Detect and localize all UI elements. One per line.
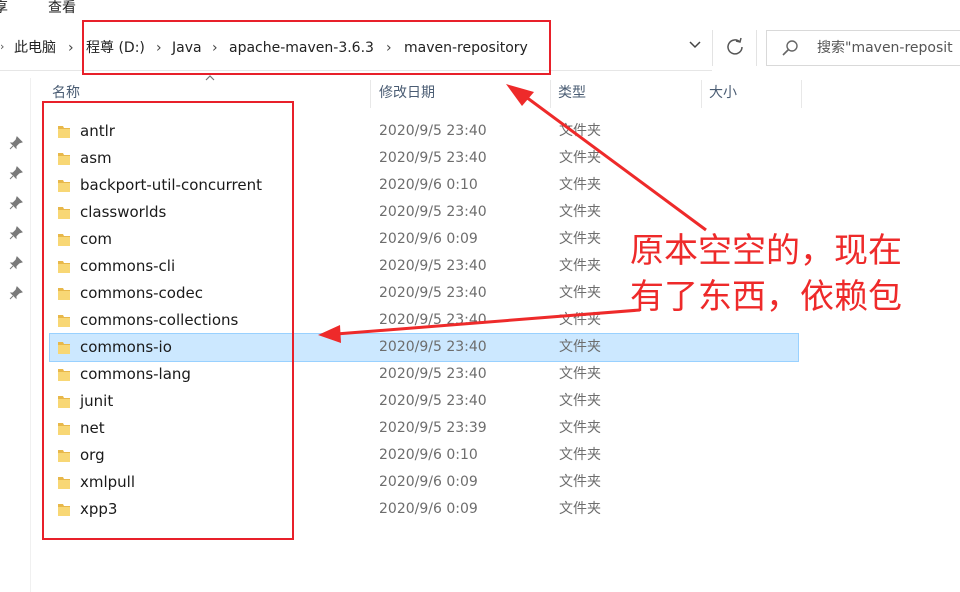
file-type: 文件夹 xyxy=(559,420,601,436)
file-type: 文件夹 xyxy=(559,150,601,166)
chevron-down-icon[interactable] xyxy=(686,36,704,54)
menu-view[interactable]: 查看 xyxy=(48,0,76,16)
file-modified-date: 2020/9/5 23:40 xyxy=(379,258,487,274)
column-divider[interactable] xyxy=(550,80,551,108)
file-modified-date: 2020/9/5 23:40 xyxy=(379,150,487,166)
file-type: 文件夹 xyxy=(559,393,601,409)
navigation-pane xyxy=(0,78,31,592)
search-box[interactable]: 搜索"maven-reposit xyxy=(766,30,960,66)
file-type: 文件夹 xyxy=(559,447,601,463)
menu-share[interactable]: 享 xyxy=(0,0,8,16)
file-modified-date: 2020/9/5 23:40 xyxy=(379,285,487,301)
file-modified-date: 2020/9/6 0:10 xyxy=(379,447,478,463)
file-type: 文件夹 xyxy=(559,204,601,220)
annotation-text-line1: 原本空空的，现在 xyxy=(630,231,902,271)
breadcrumb-this-pc[interactable]: 此电脑 xyxy=(14,39,56,57)
file-type: 文件夹 xyxy=(559,177,601,193)
file-modified-date: 2020/9/6 0:09 xyxy=(379,501,478,517)
pin-icon[interactable] xyxy=(9,196,23,210)
column-divider[interactable] xyxy=(801,80,802,108)
chevron-right-icon: › xyxy=(0,40,5,53)
file-type: 文件夹 xyxy=(559,339,601,355)
file-modified-date: 2020/9/5 23:40 xyxy=(379,312,487,328)
column-type[interactable]: 类型 xyxy=(558,78,586,108)
file-modified-date: 2020/9/5 23:40 xyxy=(379,366,487,382)
file-modified-date: 2020/9/6 0:09 xyxy=(379,474,478,490)
file-type: 文件夹 xyxy=(559,231,601,247)
column-size[interactable]: 大小 xyxy=(709,78,737,108)
search-icon xyxy=(782,40,798,56)
divider xyxy=(756,30,757,66)
pin-icon[interactable] xyxy=(9,286,23,300)
pin-icon[interactable] xyxy=(9,256,23,270)
file-modified-date: 2020/9/5 23:40 xyxy=(379,393,487,409)
pin-icon[interactable] xyxy=(9,166,23,180)
pin-icon[interactable] xyxy=(9,136,23,150)
search-input[interactable]: 搜索"maven-reposit xyxy=(817,39,953,57)
column-modified[interactable]: 修改日期 xyxy=(379,78,435,108)
file-type: 文件夹 xyxy=(559,366,601,382)
file-type: 文件夹 xyxy=(559,123,601,139)
divider xyxy=(712,30,713,66)
highlight-box xyxy=(82,20,551,75)
file-type: 文件夹 xyxy=(559,501,601,517)
pin-icon[interactable] xyxy=(9,226,23,240)
column-divider[interactable] xyxy=(370,80,371,108)
file-modified-date: 2020/9/5 23:39 xyxy=(379,420,487,436)
refresh-icon[interactable] xyxy=(722,34,748,60)
chevron-right-icon[interactable]: › xyxy=(68,39,74,57)
file-type: 文件夹 xyxy=(559,285,601,301)
highlight-box xyxy=(42,101,294,540)
ribbon-menu: 享 查看 xyxy=(0,0,960,20)
file-modified-date: 2020/9/6 0:09 xyxy=(379,231,478,247)
file-modified-date: 2020/9/5 23:40 xyxy=(379,123,487,139)
file-type: 文件夹 xyxy=(559,474,601,490)
file-modified-date: 2020/9/6 0:10 xyxy=(379,177,478,193)
column-divider[interactable] xyxy=(701,80,702,108)
annotation-text-line2: 有了东西，依赖包 xyxy=(630,277,902,317)
file-type: 文件夹 xyxy=(559,258,601,274)
file-modified-date: 2020/9/5 23:40 xyxy=(379,339,487,355)
file-modified-date: 2020/9/5 23:40 xyxy=(379,204,487,220)
file-type: 文件夹 xyxy=(559,312,601,328)
